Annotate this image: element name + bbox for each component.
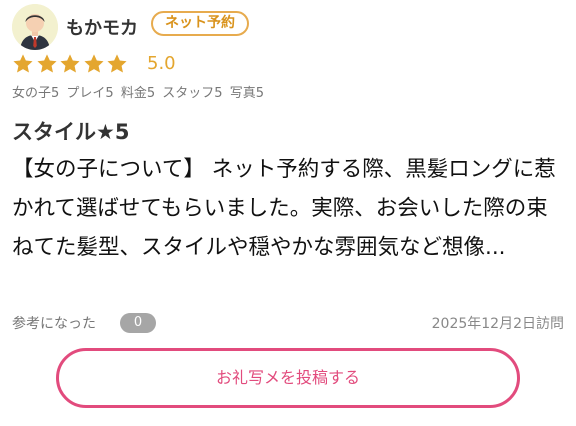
- sub-rating-play: プレイ5: [66, 86, 114, 101]
- user-avatar-icon: [12, 4, 58, 50]
- visit-date: 2025年12月2日訪問: [431, 316, 564, 332]
- helpful-label: 参考になった: [12, 316, 96, 332]
- sub-ratings: 女の子5 プレイ5 料金5 スタッフ5 写真5: [12, 82, 267, 101]
- sub-rating-staff: スタッフ5: [162, 86, 223, 101]
- sub-rating-price: 料金5: [120, 86, 156, 101]
- star-rating: [12, 53, 130, 75]
- star-icon: [36, 54, 57, 73]
- star-icon: [107, 54, 127, 73]
- star-icon: [60, 54, 80, 73]
- review-title: スタイル★5: [12, 120, 130, 144]
- review-body: 【女の子について】 ネット予約する際、黒髪ロングに惹かれて選ばせてもらいました。…: [12, 157, 556, 260]
- post-thank-you-photo-button[interactable]: お礼写メを投稿する: [56, 348, 520, 408]
- username: もかモカ: [66, 18, 138, 39]
- sub-rating-photo: 写真5: [229, 86, 264, 101]
- rating-score: 5.0: [147, 53, 176, 74]
- star-icon: [13, 54, 33, 73]
- net-reservation-badge: ネット予約: [151, 11, 249, 36]
- star-icon: [83, 54, 104, 73]
- helpful-count-button[interactable]: 0: [120, 313, 156, 333]
- sub-rating-girl: 女の子5: [12, 86, 60, 101]
- avatar: [12, 4, 58, 50]
